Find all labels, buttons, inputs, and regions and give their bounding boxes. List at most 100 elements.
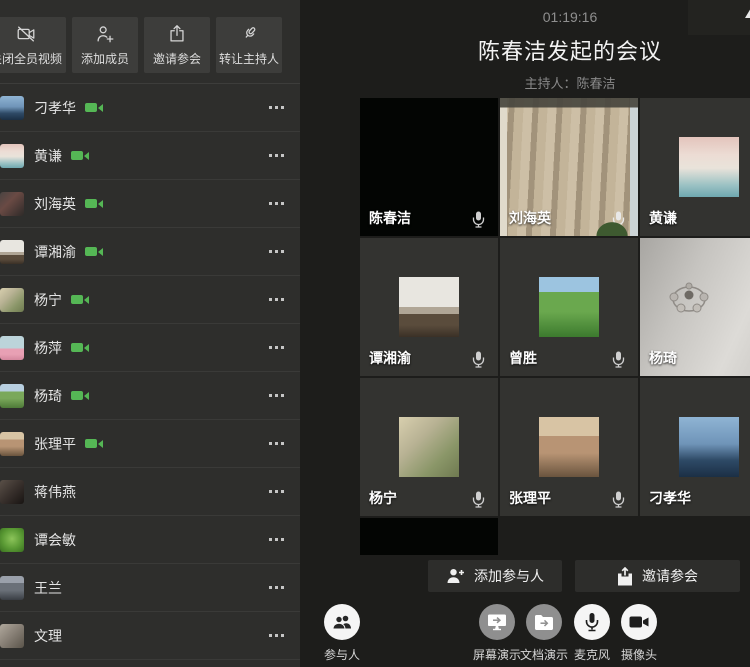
participant-row[interactable]: 刘海英 [0, 180, 300, 228]
meeting-main-area: 01:19:16 陈春洁发起的会议 主持人：陈春洁 陈春洁 刘海英 黄谦 谭湘渝 [300, 0, 750, 667]
add-participant-button[interactable]: 添加参与人 [428, 560, 562, 592]
tile-name: 张理平 [509, 488, 551, 508]
avatar [539, 277, 599, 337]
avatar [0, 144, 24, 168]
video-tile[interactable]: 陈春洁 [360, 98, 498, 236]
share-icon [166, 23, 188, 45]
invite-button[interactable]: 邀请参会 [144, 17, 210, 73]
close-all-video-label: 关闭全员视频 [0, 50, 62, 67]
add-member-button[interactable]: 添加成员 [72, 17, 138, 73]
transfer-host-button[interactable]: 转让主持人 [216, 17, 282, 73]
video-tile[interactable]: 杨琦 [640, 238, 750, 376]
participant-row[interactable]: 刁孝华 [0, 84, 300, 132]
avatar [0, 624, 24, 648]
more-options-icon[interactable] [269, 442, 272, 445]
tile-name: 谭湘渝 [369, 348, 411, 368]
meeting-toolbar: 关闭全员视频 添加成员 邀请参会 转让主持人 [0, 0, 300, 84]
participant-row[interactable]: 谭湘渝 [0, 228, 300, 276]
camera-on-icon [71, 391, 83, 400]
more-options-icon[interactable] [269, 346, 272, 349]
participant-name: 黄谦 [34, 146, 62, 166]
more-options-icon[interactable] [269, 490, 272, 493]
video-tile[interactable]: 黄谦 [640, 98, 750, 236]
meeting-timer: 01:19:16 [360, 9, 750, 25]
participant-name: 谭会敏 [34, 530, 76, 550]
more-options-icon[interactable] [269, 634, 272, 637]
participant-name: 王兰 [34, 578, 62, 598]
transfer-host-label: 转让主持人 [219, 50, 279, 67]
meeting-header: 01:19:16 陈春洁发起的会议 主持人：陈春洁 [360, 0, 750, 92]
participant-row[interactable]: 黄谦 [0, 132, 300, 180]
more-options-icon[interactable] [269, 586, 272, 589]
more-options-icon[interactable] [269, 538, 272, 541]
participant-row[interactable]: 谭会敏 [0, 516, 300, 564]
add-participant-label: 添加参与人 [474, 566, 544, 586]
handheld-mic-icon [238, 23, 260, 45]
camera-on-icon [85, 439, 97, 448]
participant-row[interactable]: 张理平 [0, 420, 300, 468]
mic-icon [472, 211, 485, 228]
tile-name: 刁孝华 [649, 488, 691, 508]
chandelier-graphic [666, 278, 712, 320]
mic-icon [612, 211, 625, 228]
participant-name: 刘海英 [34, 194, 76, 214]
invite-meeting-label: 邀请参会 [642, 566, 698, 586]
avatar [0, 576, 24, 600]
participant-name: 杨琦 [34, 386, 62, 406]
participant-name: 蒋伟燕 [34, 482, 76, 502]
participant-row[interactable]: 杨宁 [0, 276, 300, 324]
participant-name: 刁孝华 [34, 98, 76, 118]
mic-icon [612, 491, 625, 508]
participant-row[interactable]: 杨萍 [0, 324, 300, 372]
avatar [679, 417, 739, 477]
avatar [0, 240, 24, 264]
video-tile[interactable]: 刁孝华 [640, 378, 750, 516]
participant-row[interactable]: 王兰 [0, 564, 300, 612]
meeting-host: 主持人：陈春洁 [360, 73, 750, 92]
avatar [0, 96, 24, 120]
participant-name: 杨宁 [34, 290, 62, 310]
participant-name: 文理 [34, 626, 62, 646]
close-all-video-button[interactable]: 关闭全员视频 [0, 17, 66, 73]
video-tile-partial[interactable] [360, 518, 498, 555]
more-options-icon[interactable] [269, 394, 272, 397]
mic-icon [472, 491, 485, 508]
add-member-label: 添加成员 [81, 50, 129, 67]
participants-control-button[interactable]: 参与人 [307, 604, 377, 663]
participant-row[interactable]: 蒋伟燕 [0, 468, 300, 516]
camera-on-icon [71, 343, 83, 352]
avatar [679, 137, 739, 197]
video-tile[interactable]: 杨宁 [360, 378, 498, 516]
tile-name: 杨宁 [369, 488, 397, 508]
more-options-icon[interactable] [269, 298, 272, 301]
video-tile[interactable]: 谭湘渝 [360, 238, 498, 376]
participant-row[interactable]: 杨琦 [0, 372, 300, 420]
avatar [0, 480, 24, 504]
more-options-icon[interactable] [269, 202, 272, 205]
camera-on-icon [71, 295, 83, 304]
tile-name: 黄谦 [649, 208, 677, 228]
avatar [0, 336, 24, 360]
camera-label: 摄像头 [604, 646, 674, 663]
camera-on-icon [71, 151, 83, 160]
invite-meeting-button[interactable]: 邀请参会 [575, 560, 740, 592]
participant-name: 杨萍 [34, 338, 62, 358]
tile-name: 曾胜 [509, 348, 537, 368]
camera-on-icon [85, 103, 97, 112]
people-icon [324, 604, 360, 640]
camera-button[interactable]: 摄像头 [604, 604, 674, 663]
more-options-icon[interactable] [269, 154, 272, 157]
avatar [0, 288, 24, 312]
more-options-icon[interactable] [269, 106, 272, 109]
more-options-icon[interactable] [269, 250, 272, 253]
avatar [0, 432, 24, 456]
video-tile[interactable]: 张理平 [500, 378, 638, 516]
mic-icon [472, 351, 485, 368]
avatar [539, 417, 599, 477]
video-tile[interactable]: 刘海英 [500, 98, 638, 236]
meeting-title: 陈春洁发起的会议 [360, 34, 750, 66]
video-tile[interactable]: 曾胜 [500, 238, 638, 376]
camera-off-icon [15, 23, 37, 45]
participant-list: 刁孝华 黄谦 刘海英 谭湘渝 杨宁 [0, 84, 300, 660]
participant-row[interactable]: 文理 [0, 612, 300, 660]
